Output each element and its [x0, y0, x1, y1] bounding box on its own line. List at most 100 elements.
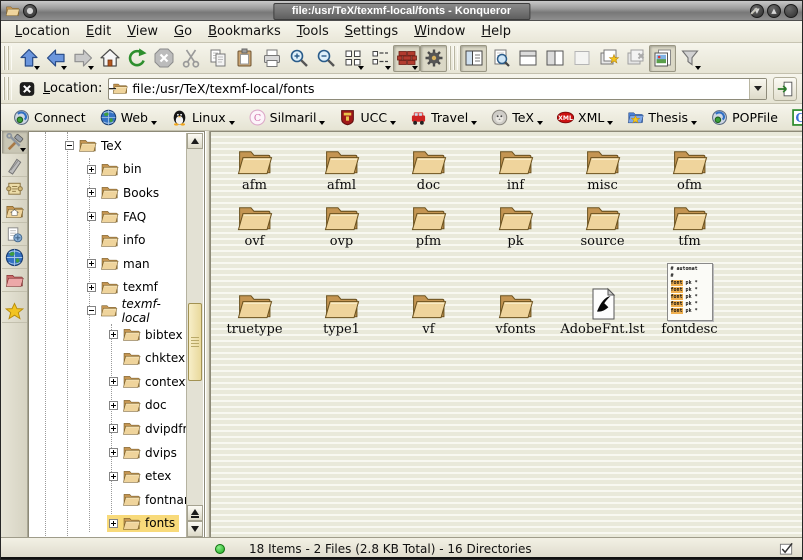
- location-value[interactable]: file:/usr/TeX/texmf-local/fonts: [132, 81, 749, 96]
- tree-item-bibtex[interactable]: bibtex: [29, 323, 188, 347]
- folder-ovf[interactable]: ovf: [211, 193, 298, 249]
- sidebar-button-home-directory[interactable]: [2, 200, 27, 223]
- filter-button[interactable]: [676, 45, 703, 72]
- tree-item-man[interactable]: man: [29, 252, 188, 276]
- reload-button[interactable]: [123, 45, 150, 72]
- menu-view[interactable]: View: [119, 22, 166, 41]
- menu-help[interactable]: Help: [473, 22, 519, 41]
- bookmark-bricks-button[interactable]: [393, 45, 420, 72]
- folder-misc[interactable]: misc: [559, 137, 646, 193]
- new-tab-button[interactable]: [595, 45, 622, 72]
- tree-expander-plus-icon[interactable]: [109, 424, 118, 433]
- tree-item-context[interactable]: context: [29, 370, 188, 394]
- sidebar-button-network[interactable]: [2, 246, 27, 269]
- split-view-left-right-button[interactable]: [541, 45, 568, 72]
- bookmark-silmaril[interactable]: CSilmaril: [249, 109, 326, 126]
- folder-ofm[interactable]: ofm: [646, 137, 733, 193]
- location-toolbar-grip[interactable]: [3, 77, 12, 100]
- sticky-button[interactable]: ●: [23, 4, 37, 18]
- bookmark-connect[interactable]: Connect: [13, 109, 86, 126]
- folder-ovp[interactable]: ovp: [298, 193, 385, 249]
- run-gear-button[interactable]: [420, 45, 447, 72]
- scroll-thumb[interactable]: [188, 303, 202, 381]
- menu-edit[interactable]: Edit: [78, 22, 119, 41]
- bookmark-xml[interactable]: XMLXML: [557, 109, 613, 126]
- print-button[interactable]: [258, 45, 285, 72]
- sidebar-button-root-directory[interactable]: [2, 269, 27, 292]
- folder-inf[interactable]: inf: [472, 137, 559, 193]
- tree-item-etex[interactable]: etex: [29, 464, 188, 488]
- menu-window[interactable]: Window: [406, 22, 473, 41]
- tree-expander-plus-icon[interactable]: [109, 330, 118, 339]
- back-button[interactable]: [42, 45, 69, 72]
- tree-item-dvipdfm[interactable]: dvipdfm: [29, 417, 188, 441]
- sidebar-button-services[interactable]: [2, 223, 27, 246]
- tree-expander-plus-icon[interactable]: [109, 377, 118, 386]
- paste-button[interactable]: [231, 45, 258, 72]
- close-button[interactable]: [784, 4, 798, 18]
- navigation-panel-button[interactable]: [460, 45, 487, 72]
- scroll-up-button[interactable]: [187, 133, 203, 149]
- tree-scrollbar[interactable]: [186, 133, 203, 537]
- menu-go[interactable]: Go: [166, 22, 200, 41]
- maximize-button[interactable]: ▲: [767, 4, 781, 18]
- tree-item-dvips[interactable]: dvips: [29, 441, 188, 465]
- up-button[interactable]: [15, 45, 42, 72]
- scroll-up-button-2[interactable]: [187, 505, 203, 521]
- tree-expander-plus-icon[interactable]: [109, 401, 118, 410]
- tree-item-info[interactable]: info: [29, 228, 188, 252]
- location-combobox[interactable]: file:/usr/TeX/texmf-local/fonts: [108, 78, 767, 100]
- menu-settings[interactable]: Settings: [337, 22, 406, 41]
- cut-button[interactable]: [177, 45, 204, 72]
- tree-item-fonts[interactable]: fonts: [29, 512, 188, 536]
- copy-button[interactable]: [204, 45, 231, 72]
- zoom-in-button[interactable]: [285, 45, 312, 72]
- detail-view-button[interactable]: [366, 45, 393, 72]
- icon-view-button[interactable]: [339, 45, 366, 72]
- find-file-button[interactable]: [487, 45, 514, 72]
- forward-button[interactable]: [69, 45, 96, 72]
- folder-source[interactable]: source: [559, 193, 646, 249]
- folder-doc[interactable]: doc: [385, 137, 472, 193]
- file-fontdesc[interactable]: # automat#font pk *font pk *font pk *fon…: [646, 249, 733, 337]
- bookmark-travel[interactable]: Travel: [410, 109, 477, 126]
- titlebar[interactable]: ● file:/usr/TeX/texmf-local/fonts - Konq…: [1, 1, 802, 21]
- folder-afml[interactable]: afml: [298, 137, 385, 193]
- folder-truetype[interactable]: truetype: [211, 249, 298, 337]
- folder-vfonts[interactable]: vfonts: [472, 249, 559, 337]
- image-preview-button[interactable]: [649, 45, 676, 72]
- bookmark-popfile[interactable]: POPFile: [711, 109, 778, 126]
- tree-expander-minus-icon[interactable]: [87, 306, 96, 315]
- scroll-down-button[interactable]: [187, 521, 203, 537]
- tree-expander-plus-icon[interactable]: [109, 448, 118, 457]
- folder-afm[interactable]: afm: [211, 137, 298, 193]
- icon-view[interactable]: afmafmldocinfmiscofmovfovppfmpksourcetfm…: [210, 131, 802, 539]
- tree-item-FAQ[interactable]: FAQ: [29, 205, 188, 229]
- bookmark-ucc[interactable]: UCC: [339, 109, 396, 126]
- zoom-out-button[interactable]: [312, 45, 339, 72]
- tree-expander-plus-icon[interactable]: [109, 519, 118, 528]
- folder-type1[interactable]: type1: [298, 249, 385, 337]
- tree-expander-plus-icon[interactable]: [87, 283, 96, 292]
- tree-item-bin[interactable]: bin: [29, 158, 188, 182]
- sidebar-button-bookmarks-star[interactable]: [2, 300, 27, 323]
- stop-button[interactable]: [150, 45, 177, 72]
- menu-location[interactable]: Location: [7, 22, 78, 41]
- folder-pfm[interactable]: pfm: [385, 193, 472, 249]
- folder-vf[interactable]: vf: [385, 249, 472, 337]
- tree-item-Books[interactable]: Books: [29, 181, 188, 205]
- tree-item-fontname[interactable]: fontname: [29, 488, 188, 512]
- location-dropdown-button[interactable]: [749, 79, 766, 99]
- remove-view-button[interactable]: [568, 45, 595, 72]
- sidebar-button-history[interactable]: [2, 177, 27, 200]
- split-view-top-bottom-button[interactable]: [514, 45, 541, 72]
- folder-tfm[interactable]: tfm: [646, 193, 733, 249]
- tree-item-TeX[interactable]: TeX: [29, 134, 188, 158]
- bookmark-tex[interactable]: TeX: [491, 109, 543, 126]
- clear-location-button[interactable]: [17, 79, 37, 99]
- tree-expander-plus-icon[interactable]: [87, 259, 96, 268]
- bookmark-web[interactable]: Web: [100, 109, 157, 126]
- tree-expander-plus-icon[interactable]: [87, 212, 96, 221]
- tree-item-chktex[interactable]: chktex: [29, 346, 188, 370]
- tree-expander-plus-icon[interactable]: [109, 472, 118, 481]
